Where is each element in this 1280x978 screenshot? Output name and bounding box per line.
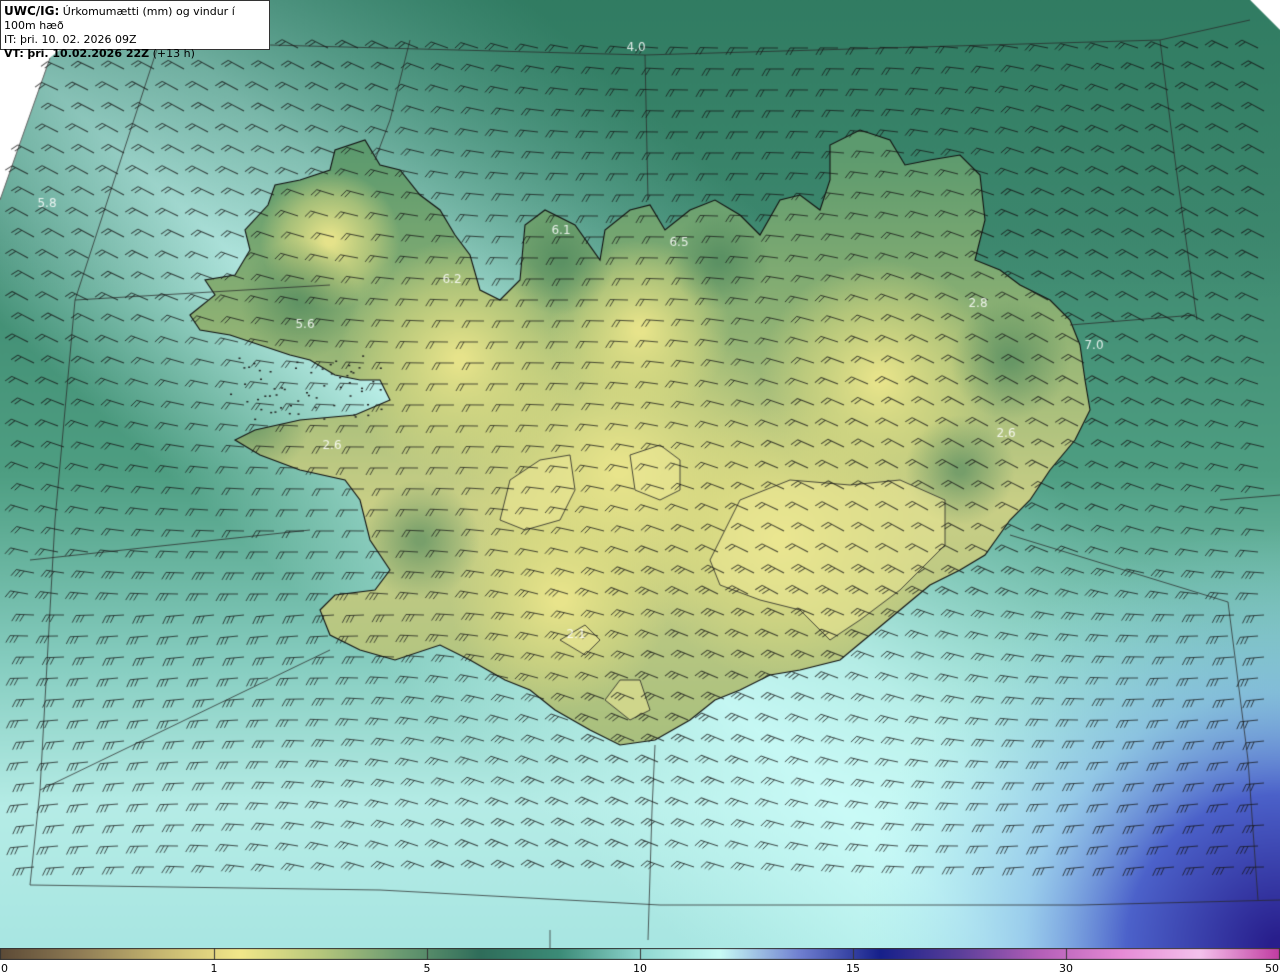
valid-time-value: þri. 10.02.2026 22Z [27,47,150,60]
map-info-box: UWC/IG: Úrkomumætti (mm) og vindur í 100… [0,0,270,60]
colorbar-tick-1: 1 [210,962,218,975]
colorbar-tick-15: 15 [846,962,860,975]
initial-time-line: IT: þri. 10. 02. 2026 09Z [4,33,263,47]
precipitable-water-wind-map [0,0,1280,948]
colorbar: 0 1 5 10 15 30 50 [0,948,1280,978]
valid-time-line: VT: þri. 10.02.2026 22Z (+13 h) [4,47,263,61]
colorbar-tick-10: 10 [633,962,647,975]
initial-time-prefix: IT: [4,33,17,46]
colorbar-tick-0: 0 [1,962,8,975]
valid-time-prefix: VT: [4,47,24,60]
initial-time-value: þri. 10. 02. 2026 09Z [19,33,137,46]
colorbar-tick-50: 50 [1265,962,1279,975]
colorbar-gradient [0,948,1280,960]
colorbar-tick-5: 5 [423,962,431,975]
model-label: UWC/IG: [4,4,60,18]
valid-time-offset: (+13 h) [152,47,195,60]
info-title-line: UWC/IG: Úrkomumætti (mm) og vindur í 100… [4,4,263,33]
colorbar-tick-30: 30 [1059,962,1073,975]
